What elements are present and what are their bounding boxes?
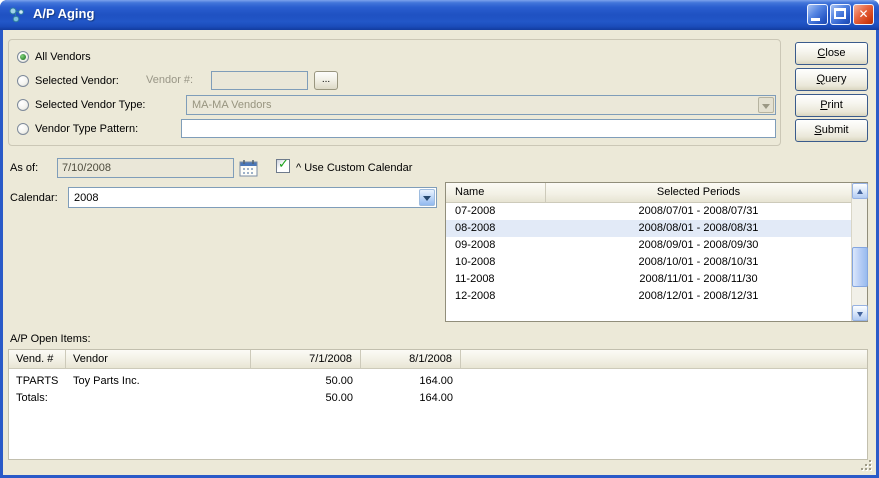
calendar-label: Calendar: (10, 192, 58, 204)
minimize-icon (811, 18, 820, 21)
calendar-select[interactable]: 2008 (68, 187, 437, 208)
dropdown-arrow-icon[interactable] (758, 97, 774, 113)
period-range: 2008/11/01 - 2008/11/30 (546, 271, 851, 288)
column-header-bucket2[interactable]: 8/1/2008 (361, 350, 461, 368)
window-controls: ✕ (807, 4, 874, 25)
scroll-up-button[interactable] (852, 183, 868, 199)
vendor-number-input[interactable] (211, 71, 308, 90)
open-items-row: TPARTS Toy Parts Inc. 50.00 164.00 (9, 373, 867, 389)
radio-vendor-type-pattern[interactable] (17, 123, 29, 135)
period-row[interactable]: 09-2008 2008/09/01 - 2008/09/30 (446, 237, 851, 254)
column-header-selected-periods[interactable]: Selected Periods (546, 183, 851, 202)
minimize-button[interactable] (807, 4, 828, 25)
calendar-picker-button[interactable] (239, 159, 261, 179)
radio-selected-vendor-type-label[interactable]: Selected Vendor Type: (35, 99, 146, 111)
close-button[interactable]: Close (795, 42, 868, 65)
as-of-date-input[interactable] (57, 158, 234, 178)
cell-vendor: Toy Parts Inc. (66, 373, 251, 389)
column-header-vendor[interactable]: Vendor (66, 350, 251, 368)
scroll-up-icon (857, 189, 863, 194)
app-icon (8, 6, 26, 24)
cell-vend-number: TPARTS (9, 373, 66, 389)
titlebar[interactable]: A/P Aging ✕ (0, 0, 879, 30)
column-header-vend-number[interactable]: Vend. # (9, 350, 66, 368)
window-title: A/P Aging (33, 6, 94, 21)
column-header-name[interactable]: Name (446, 183, 546, 202)
open-items-totals-row: Totals: 50.00 164.00 (9, 390, 867, 406)
ap-aging-window: A/P Aging ✕ All Vendors Selected Vendor: (0, 0, 879, 478)
query-button[interactable]: Query (795, 68, 868, 91)
period-row[interactable]: 11-2008 2008/11/01 - 2008/11/30 (446, 271, 851, 288)
radio-all-vendors-label[interactable]: All Vendors (35, 51, 91, 63)
scroll-down-button[interactable] (852, 305, 868, 321)
radio-vendor-type-pattern-label[interactable]: Vendor Type Pattern: (35, 123, 138, 135)
scroll-down-icon (857, 312, 863, 317)
period-row[interactable]: 10-2008 2008/10/01 - 2008/10/31 (446, 254, 851, 271)
cell-totals-label: Totals: (9, 390, 66, 406)
cell-bucket1-total: 50.00 (251, 390, 361, 406)
period-range: 2008/09/01 - 2008/09/30 (546, 237, 851, 254)
calendar-icon (239, 159, 259, 177)
period-name: 09-2008 (446, 237, 546, 254)
periods-scrollbar[interactable] (851, 183, 867, 321)
submit-button[interactable]: Submit (795, 119, 868, 142)
dialog-body: All Vendors Selected Vendor: Vendor #: .… (3, 30, 876, 475)
vendor-type-pattern-row: Vendor Type Pattern: (17, 119, 774, 139)
print-button[interactable]: Print (795, 94, 868, 117)
selected-vendor-type-row: Selected Vendor Type: MA-MA Vendors (17, 95, 774, 115)
calendar-dropdown-arrow-icon[interactable] (419, 189, 435, 206)
periods-list-header: Name Selected Periods (446, 183, 851, 203)
scrollbar-thumb[interactable] (852, 247, 868, 287)
period-range: 2008/07/01 - 2008/07/31 (546, 203, 851, 220)
period-row-selected[interactable]: 08-2008 2008/08/01 - 2008/08/31 (446, 220, 851, 237)
all-vendors-row: All Vendors (17, 47, 774, 67)
cell-bucket2: 164.00 (361, 373, 461, 389)
period-range: 2008/08/01 - 2008/08/31 (546, 220, 851, 237)
period-row[interactable]: 07-2008 2008/07/01 - 2008/07/31 (446, 203, 851, 220)
close-window-button[interactable]: ✕ (853, 4, 874, 25)
vendor-browse-button[interactable]: ... (314, 71, 338, 90)
open-items-header: Vend. # Vendor 7/1/2008 8/1/2008 (9, 350, 867, 369)
radio-selected-vendor-type[interactable] (17, 99, 29, 111)
selected-vendor-row: Selected Vendor: Vendor #: ... (17, 71, 774, 91)
cell-bucket1: 50.00 (251, 373, 361, 389)
column-header-bucket1[interactable]: 7/1/2008 (251, 350, 361, 368)
period-row[interactable]: 12-2008 2008/12/01 - 2008/12/31 (446, 288, 851, 305)
period-name: 12-2008 (446, 288, 546, 305)
radio-selected-vendor[interactable] (17, 75, 29, 87)
radio-selected-vendor-label[interactable]: Selected Vendor: (35, 75, 119, 87)
periods-list: Name Selected Periods 07-2008 2008/07/01… (445, 182, 868, 322)
period-name: 07-2008 (446, 203, 546, 220)
as-of-label: As of: (10, 162, 38, 174)
use-custom-calendar-label[interactable]: ^ Use Custom Calendar (296, 162, 412, 174)
resize-grip[interactable] (860, 459, 873, 472)
vendor-pattern-input[interactable] (181, 119, 776, 138)
period-name: 08-2008 (446, 220, 546, 237)
maximize-button[interactable] (830, 4, 851, 25)
close-icon: ✕ (854, 5, 873, 24)
cell-bucket2-total: 164.00 (361, 390, 461, 406)
calendar-value: 2008 (74, 192, 98, 204)
vendor-number-label: Vendor #: (146, 74, 193, 86)
vendor-type-select[interactable]: MA-MA Vendors (186, 95, 776, 115)
maximize-icon (834, 8, 846, 19)
vendor-selection-group: All Vendors Selected Vendor: Vendor #: .… (8, 39, 781, 146)
vendor-type-value: MA-MA Vendors (192, 99, 271, 111)
period-name: 11-2008 (446, 271, 546, 288)
check-icon: ✓ (278, 156, 289, 172)
open-items-label: A/P Open Items: (10, 333, 91, 345)
period-range: 2008/10/01 - 2008/10/31 (546, 254, 851, 271)
use-custom-calendar-checkbox[interactable]: ✓ (276, 159, 290, 173)
period-range: 2008/12/01 - 2008/12/31 (546, 288, 851, 305)
cell-vendor (66, 390, 251, 406)
open-items-table: Vend. # Vendor 7/1/2008 8/1/2008 TPARTS … (8, 349, 868, 460)
period-name: 10-2008 (446, 254, 546, 271)
column-header-filler (461, 350, 867, 368)
radio-all-vendors[interactable] (17, 51, 29, 63)
